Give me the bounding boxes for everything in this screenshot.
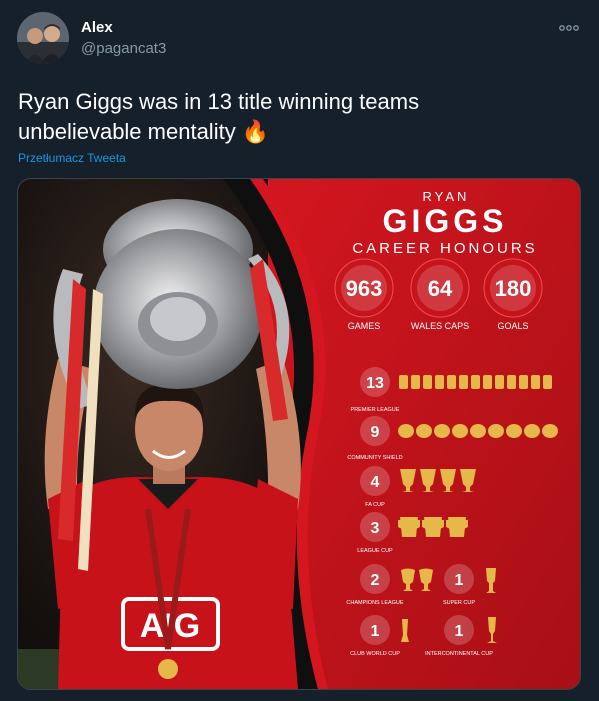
honour-community-shield-label: COMMUNITY SHIELD	[347, 455, 402, 461]
infographic-last-name: GIGGS	[383, 203, 508, 239]
giggs-career-honours-graphic: AIG RYAN GIGGS CAREER HONOURS 963 GAMES …	[18, 179, 580, 689]
honour-club-world-cup-count: 1	[371, 623, 380, 640]
honour-premier-league-label: PREMIER LEAGUE	[351, 407, 400, 413]
avatar-photo	[17, 12, 69, 64]
translate-tweet-link[interactable]: Przetłumacz Tweeta	[18, 151, 126, 165]
honour-club-world-cup-label: CLUB WORLD CUP	[350, 651, 400, 657]
league-cup-trophy-icons	[398, 517, 468, 537]
honour-community-shield-count: 9	[371, 424, 380, 441]
tweet: Alex @pagancat3 Ryan Giggs was in 13 tit…	[0, 0, 599, 701]
author-name[interactable]: Alex	[81, 19, 113, 36]
stat-games-value: 963	[346, 276, 383, 301]
stat-games-label: GAMES	[348, 321, 381, 331]
stat-goals-value: 180	[495, 276, 532, 301]
infographic-first-name: RYAN	[423, 189, 470, 204]
honour-champions-league-label: CHAMPIONS LEAGUE	[346, 600, 403, 606]
honour-super-cup-label: SUPER CUP	[443, 600, 475, 606]
honour-premier-league-count: 13	[366, 375, 384, 392]
honour-intercontinental-cup-label: INTERCONTINENTAL CUP	[425, 651, 493, 657]
stat-goals-label: GOALS	[497, 321, 528, 331]
honour-fa-cup-label: FA CUP	[365, 502, 385, 508]
avatar[interactable]	[17, 12, 69, 64]
more-options-button[interactable]	[556, 18, 582, 38]
honour-super-cup-count: 1	[455, 572, 464, 589]
community-shield-icons	[398, 424, 558, 438]
honour-league-cup-count: 3	[371, 520, 380, 537]
stat-wales-caps: 64 WALES CAPS	[410, 258, 470, 331]
stat-wales-caps-label: WALES CAPS	[411, 321, 469, 331]
honour-intercontinental-cup-count: 1	[455, 623, 464, 640]
honour-fa-cup-count: 4	[371, 474, 380, 491]
tweet-media-image[interactable]: AIG RYAN GIGGS CAREER HONOURS 963 GAMES …	[17, 178, 581, 690]
infographic-subtitle: CAREER HONOURS	[352, 240, 537, 257]
tweet-text: Ryan Giggs was in 13 title winning teams…	[18, 89, 420, 144]
stat-wales-caps-value: 64	[428, 276, 453, 301]
more-horizontal-icon	[559, 25, 579, 31]
author-handle[interactable]: @pagancat3	[81, 40, 166, 57]
honour-league-cup-label: LEAGUE CUP	[357, 548, 393, 554]
honour-champions-league-count: 2	[371, 572, 380, 589]
